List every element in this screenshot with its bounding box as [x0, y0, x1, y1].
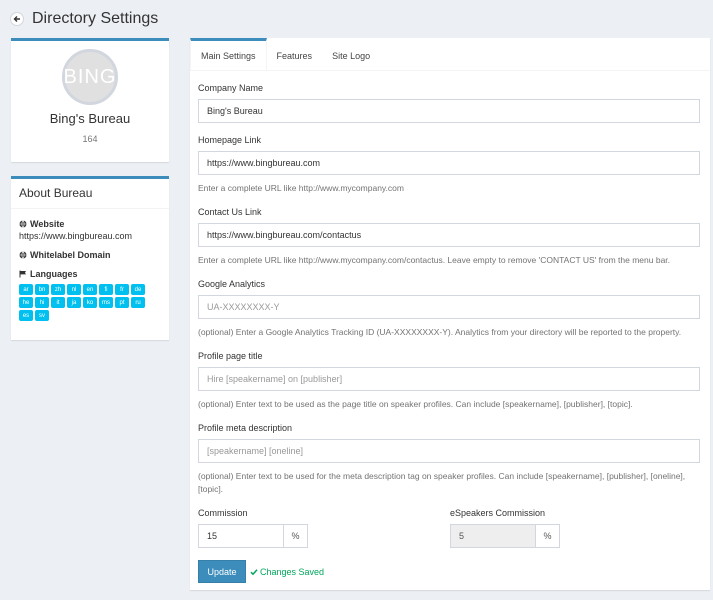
profile-title-help: (optional) Enter text to be used as the … [198, 399, 633, 409]
language-badge: it [51, 297, 65, 308]
language-badge: hi [35, 297, 49, 308]
languages-list: ar bn zh nl en fi fr de he hi it ja ko ms pt ru es sv [19, 284, 159, 321]
language-badge: ko [83, 297, 97, 308]
about-card: About Bureau Website https://www.bingbur… [11, 176, 169, 340]
language-badge: ja [67, 297, 81, 308]
language-badge: en [83, 284, 97, 295]
meta-desc-label: Profile meta description [198, 423, 293, 433]
contact-help: Enter a complete URL like http://www.myc… [198, 255, 671, 265]
globe-icon [19, 251, 27, 259]
website-label-row: Website [19, 219, 161, 229]
avatar: BING [62, 49, 118, 105]
languages-label: Languages [30, 269, 78, 279]
language-badge: pt [115, 297, 129, 308]
website-label: Website [30, 219, 65, 229]
changes-saved-status: Changes Saved [250, 567, 324, 577]
espeakers-commission-label: eSpeakers Commission [450, 508, 546, 518]
language-badge: de [131, 284, 145, 295]
page-header: Directory Settings [10, 9, 158, 29]
language-badge: ru [131, 297, 145, 308]
globe-icon [19, 220, 27, 228]
settings-panel: Main Settings Features Site Logo Company… [190, 38, 710, 590]
homepage-help: Enter a complete URL like http://www.myc… [198, 183, 404, 193]
profile-count: 164 [82, 134, 98, 144]
language-badge: sv [35, 310, 49, 321]
language-badge: ar [19, 284, 33, 295]
tab-site-logo[interactable]: Site Logo [322, 38, 380, 70]
about-title: About Bureau [11, 179, 169, 209]
contact-label: Contact Us Link [198, 207, 262, 217]
homepage-input[interactable] [198, 151, 700, 175]
website-value[interactable]: https://www.bingbureau.com [19, 231, 161, 241]
contact-input[interactable] [198, 223, 700, 247]
language-badge: zh [51, 284, 65, 295]
check-icon [250, 568, 258, 575]
analytics-input[interactable] [198, 295, 700, 319]
language-badge: fr [115, 284, 129, 295]
profile-title-input[interactable] [198, 367, 700, 391]
percent-addon: % [283, 524, 308, 548]
language-badge: nl [67, 284, 81, 295]
arrow-left-icon [13, 16, 20, 22]
language-badge: bn [35, 284, 49, 295]
page-title: Directory Settings [32, 10, 159, 27]
meta-desc-input[interactable] [198, 439, 700, 463]
homepage-label: Homepage Link [198, 135, 262, 145]
commission-input[interactable] [198, 524, 283, 548]
back-button[interactable] [10, 12, 24, 26]
flag-icon [19, 270, 26, 278]
commission-group: Commission % [198, 508, 450, 548]
analytics-help: (optional) Enter a Google Analytics Trac… [198, 327, 682, 337]
tab-bar: Main Settings Features Site Logo [190, 38, 710, 71]
language-badge: he [19, 297, 33, 308]
company-name-label: Company Name [198, 83, 264, 93]
espeakers-commission-group: eSpeakers Commission % [450, 508, 702, 548]
languages-label-row: Languages [19, 269, 161, 279]
tab-features[interactable]: Features [267, 38, 323, 70]
company-name-input[interactable] [198, 99, 700, 123]
meta-desc-help: (optional) Enter text to be used for the… [198, 471, 686, 494]
settings-form: Company Name Homepage Link Enter a compl… [190, 83, 710, 583]
update-button[interactable]: Update [198, 560, 246, 583]
profile-name: Bing's Bureau [49, 111, 131, 126]
commission-label: Commission [198, 508, 248, 518]
language-badge: es [19, 310, 33, 321]
profile-title-label: Profile page title [198, 351, 263, 361]
profile-card: BING Bing's Bureau 164 [11, 38, 169, 162]
language-badge: ms [99, 297, 113, 308]
tab-main-settings[interactable]: Main Settings [190, 38, 267, 70]
changes-saved-label: Changes Saved [260, 566, 325, 577]
whitelabel-label: Whitelabel Domain [30, 250, 111, 260]
percent-addon: % [535, 524, 560, 548]
language-badge: fi [99, 284, 113, 295]
analytics-label: Google Analytics [198, 279, 266, 289]
whitelabel-label-row: Whitelabel Domain [19, 250, 161, 260]
espeakers-commission-input [450, 524, 535, 548]
